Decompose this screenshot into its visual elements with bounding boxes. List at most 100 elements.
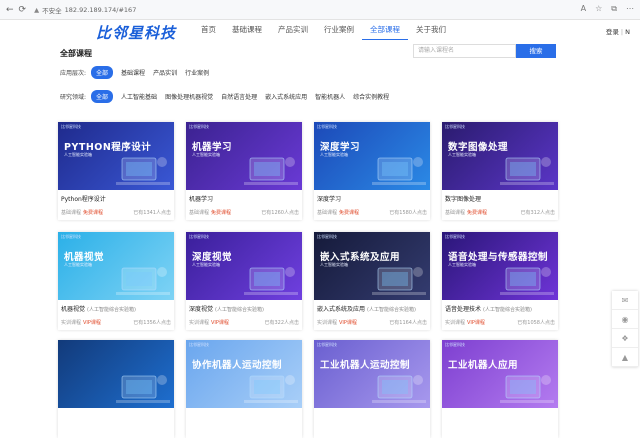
cover-brand: 比邻星科技 <box>189 234 209 239</box>
course-card[interactable]: 比邻星科技 机器学习 人工智能实验箱 机器学习 基础课程 免费课程 已有1260人点击 <box>186 122 302 220</box>
course-cover[interactable]: 比邻星科技 数字图像处理 人工智能实验箱 <box>442 122 558 190</box>
course-note: (人工智能综合实验箱) <box>367 307 416 313</box>
cover-illustration <box>116 267 170 295</box>
filter-option[interactable]: 全部 <box>91 90 114 103</box>
course-name[interactable] <box>61 412 63 419</box>
course-card[interactable]: 比邻星科技 协作机器人运动控制 <box>186 340 302 438</box>
course-cover[interactable] <box>58 340 174 408</box>
cover-illustration <box>500 267 554 295</box>
course-cover[interactable]: 比邻星科技 嵌入式系统及应用 人工智能实验箱 <box>314 232 430 300</box>
cover-illustration <box>372 157 426 185</box>
course-name[interactable]: 深度视觉 (人工智能综合实验箱) <box>189 304 264 313</box>
course-cover[interactable]: 比邻星科技 工业机器人运动控制 <box>314 340 430 408</box>
course-clicks: 已有1260人点击 <box>261 210 299 216</box>
cover-title: 机器学习 <box>192 142 233 153</box>
course-cover[interactable]: 比邻星科技 机器学习 人工智能实验箱 <box>186 122 302 190</box>
menu-item[interactable]: 产品实训 <box>270 24 316 40</box>
cover-subtitle: 人工智能实验箱 <box>64 262 92 267</box>
cover-illustration <box>372 375 426 403</box>
menu-item[interactable]: 基础课程 <box>224 24 270 40</box>
cover-subtitle: 人工智能实验箱 <box>64 152 92 157</box>
menu-item[interactable]: 首页 <box>193 24 224 40</box>
course-clicks: 已有312人点击 <box>520 210 555 216</box>
filter-option[interactable]: 自然语言处理 <box>221 92 257 101</box>
menu-item[interactable]: 行业案例 <box>316 24 362 40</box>
filter-option[interactable]: 智能机器人 <box>315 92 345 101</box>
reload-icon[interactable]: ⟳ <box>19 5 27 15</box>
filter-option[interactable]: 嵌入式系统应用 <box>265 92 307 101</box>
cover-brand: 比邻星科技 <box>317 234 337 239</box>
course-card[interactable]: 比邻星科技 嵌入式系统及应用 人工智能实验箱嵌入式系统及应用 (人工智能综合实验箱) 实… <box>314 232 430 330</box>
qq-icon[interactable]: ◉ <box>612 310 638 329</box>
course-card[interactable]: 比邻星科技 深度视觉 人工智能实验箱 深度视觉 (人工智能综合实验箱) 实训课程 VIP课程… <box>186 232 302 330</box>
course-card[interactable] <box>58 340 174 438</box>
course-card[interactable]: 比邻星科技 PYTHON程序设计 人工智能实验箱 Python程序设计 基础课程 免费课程… <box>58 122 174 220</box>
site-logo[interactable]: 比邻星科技 <box>96 22 176 43</box>
course-cover[interactable]: 比邻星科技 语音处理与传感器控制 人工智能实验箱 <box>442 232 558 300</box>
course-name[interactable]: 语音处理技术 (人工智能综合实验箱) <box>445 304 532 313</box>
course-meta: 实训课程 VIP课程 已有1058人点击 <box>445 319 555 326</box>
filter-option[interactable]: 基础课程 <box>121 68 145 77</box>
course-card[interactable]: 比邻星科技 深度学习 人工智能实验箱 深度学习 基础课程 免费课程 已有1580人点击 <box>314 122 430 220</box>
course-card[interactable]: 比邻星科技 工业机器人应用 <box>442 340 558 438</box>
course-note: (人工智能综合实验箱) <box>87 307 136 313</box>
course-card[interactable]: 比邻星科技 语音处理与传感器控制 人工智能实验箱语音处理技术 (人工智能综合实验箱) 实… <box>442 232 558 330</box>
course-name[interactable] <box>189 412 191 419</box>
course-price: 免费课程 <box>339 210 360 216</box>
cover-subtitle: 人工智能实验箱 <box>192 262 220 267</box>
course-price: VIP课程 <box>339 320 357 326</box>
url-text: 182.92.189.174/#167 <box>64 5 137 14</box>
collections-icon[interactable]: ⧉ <box>611 4 617 14</box>
course-name[interactable]: Python程序设计 <box>61 194 108 203</box>
course-card[interactable]: 比邻星科技 工业机器人运动控制 <box>314 340 430 438</box>
course-name[interactable]: 机器学习 <box>189 194 215 203</box>
browser-actions: A ☆ ⧉ ⋯ <box>581 4 634 14</box>
course-name[interactable] <box>445 412 447 419</box>
address-bar[interactable]: ▲ 不安全 182.92.189.174/#167 <box>34 5 136 15</box>
cover-subtitle: 人工智能实验箱 <box>320 262 348 267</box>
cover-brand: 比邻星科技 <box>317 124 337 129</box>
course-cover[interactable]: 比邻星科技 工业机器人应用 <box>442 340 558 408</box>
course-name[interactable]: 机器视觉 (人工智能综合实验箱) <box>61 304 136 313</box>
floating-toolbar: ✉ ◉ ❖ ▲ <box>612 291 638 367</box>
register-link[interactable]: N <box>625 28 630 36</box>
filter-option[interactable]: 综合实例教程 <box>353 92 389 101</box>
course-name-text: 语音处理技术 <box>445 306 482 313</box>
search-button[interactable]: 搜索 <box>516 44 556 58</box>
more-icon[interactable]: ⋯ <box>626 4 634 14</box>
course-cover[interactable]: 比邻星科技 PYTHON程序设计 人工智能实验箱 <box>58 122 174 190</box>
course-cover[interactable]: 比邻星科技 机器视觉 人工智能实验箱 <box>58 232 174 300</box>
filter-level: 应用层次: 全部 基础课程 产品实训 行业案例 <box>60 66 217 79</box>
filter-option[interactable]: 行业案例 <box>185 68 209 77</box>
font-size-icon[interactable]: A <box>581 4 586 14</box>
course-name[interactable]: 嵌入式系统及应用 (人工智能综合实验箱) <box>317 304 416 313</box>
course-card[interactable]: 比邻星科技 机器视觉 人工智能实验箱 机器视觉 (人工智能综合实验箱) 实训课程 VIP课程… <box>58 232 174 330</box>
favorite-icon[interactable]: ☆ <box>595 4 602 14</box>
search-input[interactable]: 请输入课程名 <box>413 44 516 58</box>
back-icon[interactable]: ← <box>6 5 14 15</box>
course-cover[interactable]: 比邻星科技 深度视觉 人工智能实验箱 <box>186 232 302 300</box>
course-cover[interactable]: 比邻星科技 深度学习 人工智能实验箱 <box>314 122 430 190</box>
filter-option[interactable]: 产品实训 <box>153 68 177 77</box>
course-card[interactable]: 比邻星科技 数字图像处理 人工智能实验箱 数字图像处理 基础课程 免费课程 已有312人点击 <box>442 122 558 220</box>
course-level: 基础课程 <box>445 210 466 216</box>
course-level: 基础课程 <box>189 210 210 216</box>
course-level: 实训课程 <box>445 320 466 326</box>
login-link[interactable]: 登录 <box>606 28 619 36</box>
wechat-icon[interactable]: ❖ <box>612 329 638 348</box>
menu-item[interactable]: 全部课程 <box>362 24 408 40</box>
top-icon[interactable]: ▲ <box>612 348 638 367</box>
filter-option[interactable]: 人工智能基础 <box>121 92 157 101</box>
menu-item[interactable]: 关于我们 <box>408 24 454 40</box>
chat-icon[interactable]: ✉ <box>612 291 638 310</box>
course-level: 实训课程 <box>317 320 338 326</box>
course-name[interactable]: 深度学习 <box>317 194 343 203</box>
course-name-text: 机器视觉 <box>61 306 86 313</box>
cover-subtitle: 人工智能实验箱 <box>448 152 476 157</box>
course-cover[interactable]: 比邻星科技 协作机器人运动控制 <box>186 340 302 408</box>
filter-option[interactable]: 全部 <box>91 66 114 79</box>
course-name[interactable] <box>317 412 319 419</box>
browser-chrome: ← ⟳ ▲ 不安全 182.92.189.174/#167 A ☆ ⧉ ⋯ <box>0 0 640 20</box>
course-name[interactable]: 数字图像处理 <box>445 194 483 203</box>
filter-option[interactable]: 图像处理机器视觉 <box>165 92 213 101</box>
